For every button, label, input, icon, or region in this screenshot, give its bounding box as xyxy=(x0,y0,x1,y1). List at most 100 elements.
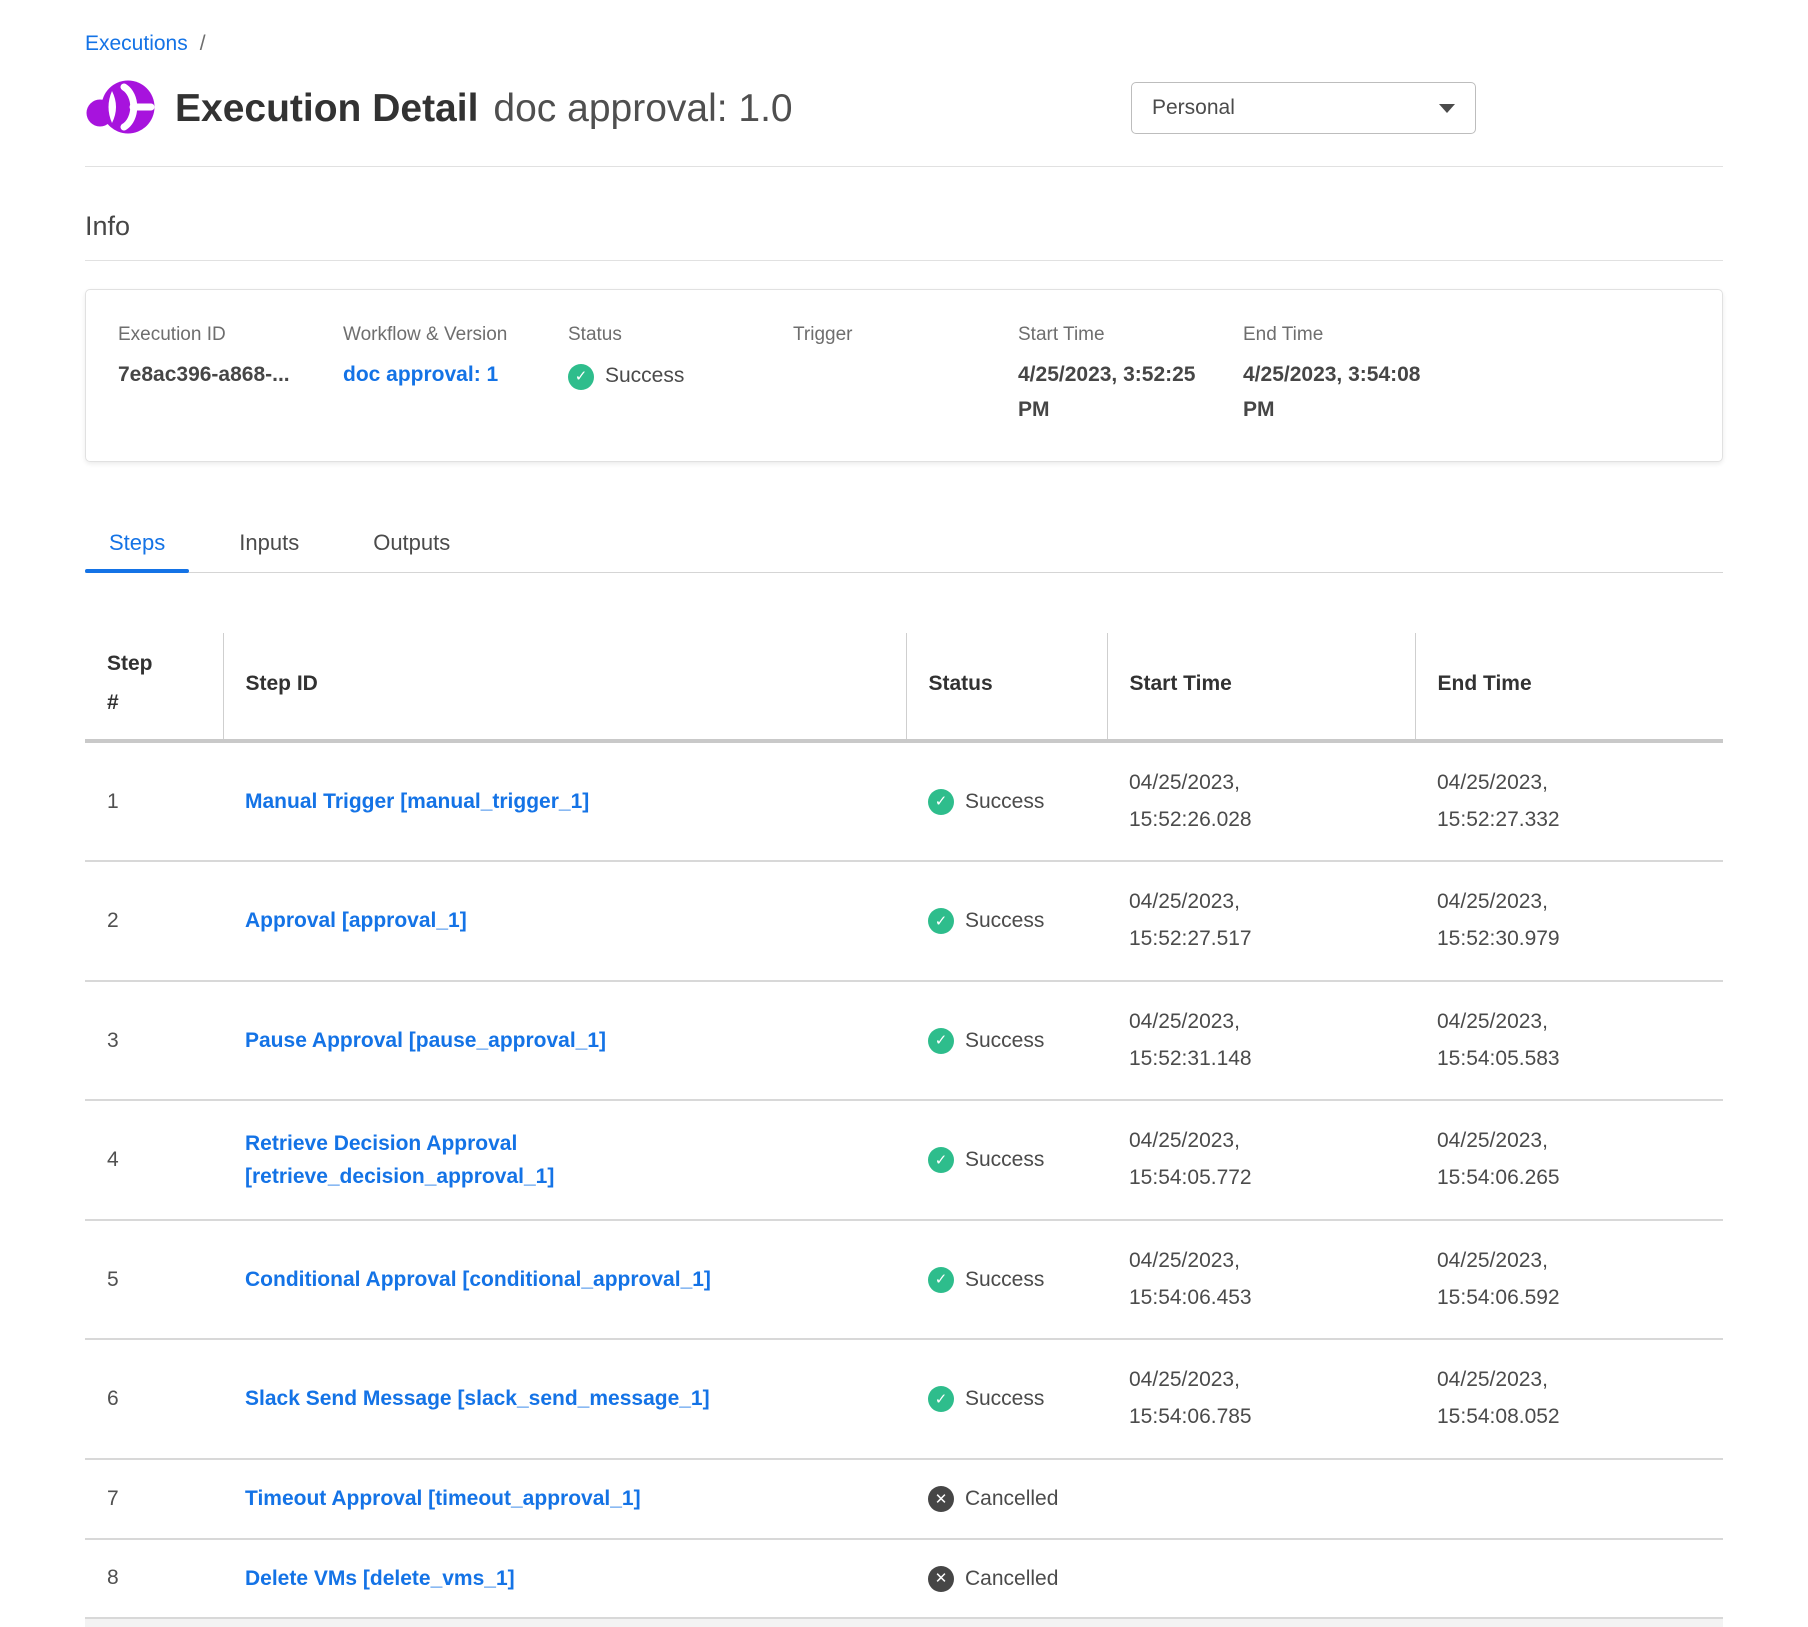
workspace-selector[interactable]: Personal xyxy=(1131,82,1476,134)
status-label: Success xyxy=(965,1029,1044,1053)
status-label: Success xyxy=(965,1268,1044,1292)
step-link[interactable]: Approval [approval_1] xyxy=(245,904,467,938)
info-card: Execution ID 7e8ac396-a868-... Workflow … xyxy=(85,289,1723,462)
step-number-cell: 3 xyxy=(85,981,223,1101)
column-header-step-number: Step # xyxy=(85,633,223,741)
step-link[interactable]: Delete VMs [delete_vms_1] xyxy=(245,1562,515,1596)
end-time-cell: 04/25/2023,15:54:05.583 xyxy=(1415,981,1723,1101)
tab-steps[interactable]: Steps xyxy=(85,520,189,572)
info-field-end-time: End Time 4/25/2023, 3:54:08 PM xyxy=(1243,324,1459,427)
status-cell: ✓ Success xyxy=(906,861,1107,981)
step-link[interactable]: Pause Approval [pause_approval_1] xyxy=(245,1024,606,1058)
start-time-cell: 04/25/2023,15:52:27.517 xyxy=(1107,861,1415,981)
step-number-cell: 5 xyxy=(85,1220,223,1340)
info-field-start-time: Start Time 4/25/2023, 3:52:25 PM xyxy=(1018,324,1243,427)
step-link[interactable]: Retrieve Decision Approval [retrieve_dec… xyxy=(245,1127,805,1194)
column-header-step-id: Step ID xyxy=(223,633,906,741)
table-row: 2 Approval [approval_1] ✓ Success 04/25/2… xyxy=(85,861,1723,981)
start-time-cell: 04/25/2023,15:54:05.772 xyxy=(1107,1100,1415,1220)
info-field-label: Execution ID xyxy=(118,324,325,346)
start-time-cell: 04/25/2023,15:54:06.785 xyxy=(1107,1339,1415,1459)
table-row: 1 Manual Trigger [manual_trigger_1] ✓Suc… xyxy=(85,741,1723,862)
tabs: Steps Inputs Outputs xyxy=(85,520,1723,573)
info-field-value: doc approval: 1 xyxy=(343,358,541,393)
status-badge: ✓ Success xyxy=(928,908,1044,934)
status-label: Success xyxy=(965,1387,1044,1411)
breadcrumb-executions-link[interactable]: Executions xyxy=(85,32,188,55)
step-id-cell: Slack Send Message [slack_send_message_1… xyxy=(223,1339,906,1459)
end-time-cell: 04/25/2023,15:54:06.265 xyxy=(1415,1100,1723,1220)
start-time-cell xyxy=(1107,1539,1415,1619)
table-row: 6 Slack Send Message [slack_send_message… xyxy=(85,1339,1723,1459)
steps-table-header: Step # Step ID Status Start Time End Tim… xyxy=(85,633,1723,741)
status-cell: ✓ Success xyxy=(906,741,1107,862)
success-icon: ✓ xyxy=(928,789,954,815)
start-time-cell: 04/25/2023,15:54:06.453 xyxy=(1107,1220,1415,1340)
step-number-cell: 6 xyxy=(85,1339,223,1459)
status-label: Cancelled xyxy=(965,1567,1058,1591)
info-field-value: 7e8ac396-a868-... xyxy=(118,358,316,393)
status-cell: ✓Success xyxy=(906,1100,1107,1220)
chevron-down-icon xyxy=(1439,104,1455,113)
status-cell: ✓Success xyxy=(906,1339,1107,1459)
status-badge: ✕Cancelled xyxy=(928,1486,1058,1512)
info-field-value: ✓ Success xyxy=(568,358,766,394)
status-label: Success xyxy=(965,790,1044,814)
end-time-cell: 04/25/2023,15:52:30.979 xyxy=(1415,861,1723,981)
status-cell: ✕Cancelled xyxy=(906,1459,1107,1539)
status-label: Success xyxy=(965,909,1044,933)
column-header-start-time: Start Time xyxy=(1107,633,1415,741)
step-id-cell: Pause Approval [pause_approval_1] xyxy=(223,981,906,1101)
step-link[interactable]: Slack Send Message [slack_send_message_1… xyxy=(245,1382,710,1416)
end-time-cell: 04/25/2023,15:52:27.332 xyxy=(1415,741,1723,862)
table-row: 7 Timeout Approval [timeout_approval_1] … xyxy=(85,1459,1723,1539)
info-field-execution-id: Execution ID 7e8ac396-a868-... xyxy=(118,324,343,427)
breadcrumb: Executions/ xyxy=(85,0,1723,56)
status-cell: ✓ Success xyxy=(906,981,1107,1101)
step-number-cell: 8 xyxy=(85,1539,223,1619)
status-badge: ✓ Success xyxy=(928,789,1044,815)
info-field-label: Status xyxy=(568,324,775,346)
step-link[interactable]: Conditional Approval [conditional_approv… xyxy=(245,1263,711,1297)
end-time-cell xyxy=(1415,1459,1723,1539)
step-id-cell: Retrieve Decision Approval [retrieve_dec… xyxy=(223,1100,906,1220)
success-icon: ✓ xyxy=(928,1028,954,1054)
status-label: Cancelled xyxy=(965,1487,1058,1511)
step-id-cell: Timeout Approval [timeout_approval_1] xyxy=(223,1459,906,1539)
start-time-cell xyxy=(1107,1459,1415,1539)
step-id-cell: Conditional Approval [conditional_approv… xyxy=(223,1220,906,1340)
step-link[interactable]: Manual Trigger [manual_trigger_1] xyxy=(245,785,589,819)
info-divider xyxy=(85,260,1723,261)
success-icon: ✓ xyxy=(928,908,954,934)
page-subtitle: doc approval: 1.0 xyxy=(493,87,792,131)
table-row: 4 Retrieve Decision Approval [retrieve_d… xyxy=(85,1100,1723,1220)
status-badge: ✓ Success xyxy=(928,1028,1044,1054)
step-number-cell: 2 xyxy=(85,861,223,981)
step-number-cell: 4 xyxy=(85,1100,223,1220)
info-field-value: 4/25/2023, 3:54:08 PM xyxy=(1243,358,1441,427)
table-row: 5 Conditional Approval [conditional_appr… xyxy=(85,1220,1723,1340)
info-field-label: End Time xyxy=(1243,324,1441,346)
page-header: Execution Detail doc approval: 1.0 Perso… xyxy=(85,76,1723,142)
status-label: Success xyxy=(965,1148,1044,1172)
info-section-title: Info xyxy=(85,211,1723,242)
tab-inputs[interactable]: Inputs xyxy=(215,520,323,572)
tab-outputs[interactable]: Outputs xyxy=(349,520,474,572)
header-divider xyxy=(85,166,1723,167)
steps-table: Step # Step ID Status Start Time End Tim… xyxy=(85,633,1723,1619)
workflow-version-link[interactable]: doc approval: 1 xyxy=(343,363,498,386)
status-label: Success xyxy=(605,359,684,394)
status-badge: ✓Success xyxy=(928,1267,1044,1293)
step-link[interactable]: Timeout Approval [timeout_approval_1] xyxy=(245,1482,641,1516)
success-icon: ✓ xyxy=(568,364,594,390)
info-field-label: Start Time xyxy=(1018,324,1225,346)
info-field-value: 4/25/2023, 3:52:25 PM xyxy=(1018,358,1216,427)
column-header-status: Status xyxy=(906,633,1107,741)
info-field-trigger: Trigger xyxy=(793,324,1018,427)
status-cell: ✓Success xyxy=(906,1220,1107,1340)
status-badge: ✓ Success xyxy=(568,359,684,394)
column-header-end-time: End Time xyxy=(1415,633,1723,741)
status-badge: ✓Success xyxy=(928,1386,1044,1412)
step-id-cell: Manual Trigger [manual_trigger_1] xyxy=(223,741,906,862)
end-time-cell xyxy=(1415,1539,1723,1619)
